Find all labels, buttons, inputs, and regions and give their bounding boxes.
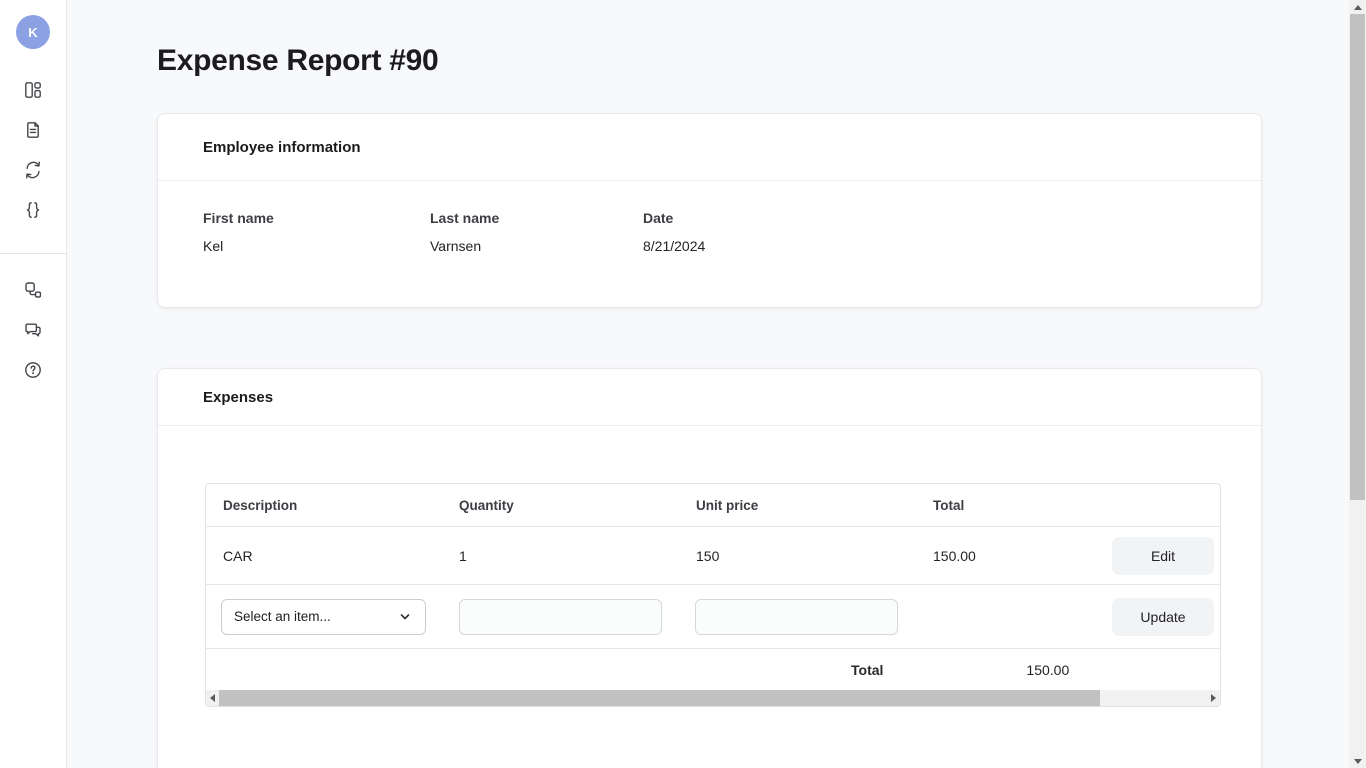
sidebar-nav-primary (23, 80, 43, 240)
main-content: Expense Report #90 Employee information … (68, 44, 1349, 768)
sidebar-item-documents[interactable] (23, 120, 43, 140)
sidebar-item-flows[interactable] (23, 280, 43, 300)
employee-card-header: Employee information (158, 114, 1261, 181)
scroll-right-arrow-icon[interactable] (1207, 690, 1220, 706)
header-unit-price: Unit price (696, 498, 933, 513)
chevron-down-icon (397, 609, 413, 625)
header-quantity: Quantity (459, 498, 696, 513)
date-value: 8/21/2024 (643, 238, 1216, 254)
field-first-name: First name Kel (203, 210, 430, 254)
table-total-row: Total 150.00 (206, 649, 1220, 690)
cell-total: 150.00 (933, 548, 1112, 564)
left-sidebar: K (0, 0, 67, 768)
sync-icon (23, 160, 43, 180)
sidebar-divider (0, 253, 67, 254)
unit-price-input[interactable] (695, 599, 898, 635)
avatar[interactable]: K (16, 15, 50, 49)
sidebar-item-dashboard[interactable] (23, 80, 43, 100)
vertical-scrollbar[interactable] (1349, 0, 1366, 768)
quantity-input[interactable] (459, 599, 662, 635)
vertical-scrollbar-thumb[interactable] (1350, 14, 1365, 500)
expenses-table: Description Quantity Unit price Total CA… (205, 483, 1221, 707)
sidebar-item-code[interactable] (23, 200, 43, 220)
cell-unit-price: 150 (696, 548, 933, 564)
first-name-label: First name (203, 210, 430, 226)
edit-button[interactable]: Edit (1112, 537, 1214, 575)
cell-description: CAR (223, 548, 459, 564)
help-icon (23, 360, 43, 380)
first-name-value: Kel (203, 238, 430, 254)
expenses-card: Expenses Description Quantity Unit price… (157, 368, 1262, 768)
scroll-left-arrow-icon[interactable] (206, 690, 219, 706)
item-select-value: Select an item... (234, 609, 331, 624)
header-description: Description (223, 498, 459, 513)
flow-icon (23, 280, 43, 300)
scroll-up-arrow-icon[interactable] (1349, 0, 1366, 14)
sidebar-item-help[interactable] (23, 360, 43, 380)
total-value: 150.00 (1026, 662, 1069, 678)
employee-card-title: Employee information (203, 139, 361, 156)
new-expense-row: Select an item... Update (206, 585, 1220, 649)
scroll-down-arrow-icon[interactable] (1349, 754, 1366, 768)
horizontal-scrollbar-thumb[interactable] (219, 690, 1100, 706)
employee-card-body: First name Kel Last name Varnsen Date 8/… (158, 181, 1261, 307)
sidebar-item-sync[interactable] (23, 160, 43, 180)
header-total: Total (933, 498, 1112, 513)
date-label: Date (643, 210, 1216, 226)
document-icon (23, 120, 43, 140)
expenses-card-body: Description Quantity Unit price Total CA… (158, 426, 1261, 768)
expenses-card-header: Expenses (158, 369, 1261, 426)
cell-quantity: 1 (459, 548, 696, 564)
sidebar-item-chat[interactable] (23, 320, 43, 340)
horizontal-scrollbar[interactable] (206, 690, 1220, 706)
page-title: Expense Report #90 (157, 44, 1262, 78)
chat-icon (23, 320, 43, 340)
total-label: Total (851, 662, 883, 678)
braces-icon (23, 200, 43, 220)
last-name-value: Varnsen (430, 238, 643, 254)
last-name-label: Last name (430, 210, 643, 226)
field-last-name: Last name Varnsen (430, 210, 643, 254)
update-button[interactable]: Update (1112, 598, 1214, 636)
expenses-card-title: Expenses (203, 389, 273, 406)
employee-information-card: Employee information First name Kel Last… (157, 113, 1262, 308)
expenses-table-header-row: Description Quantity Unit price Total (206, 484, 1220, 527)
dashboard-icon (23, 80, 43, 100)
sidebar-nav-secondary (23, 280, 43, 400)
table-row: CAR 1 150 150.00 Edit (206, 527, 1220, 585)
item-select[interactable]: Select an item... (221, 599, 426, 635)
field-date: Date 8/21/2024 (643, 210, 1216, 254)
